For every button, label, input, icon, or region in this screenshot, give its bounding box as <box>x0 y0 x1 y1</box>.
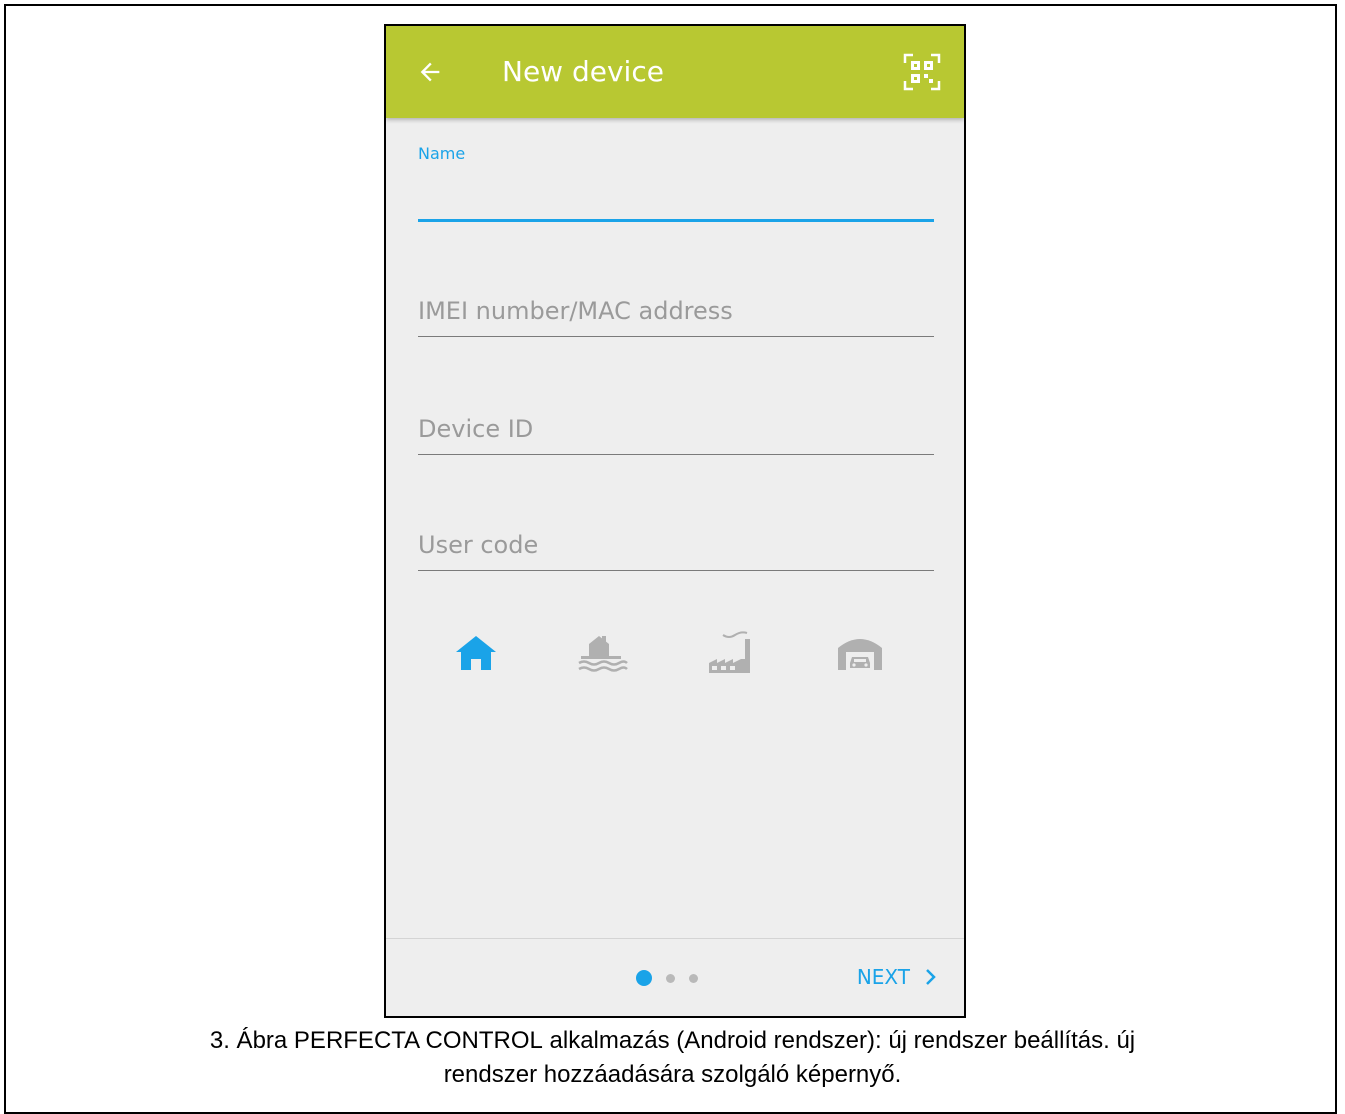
name-input[interactable] <box>418 178 934 214</box>
user-code-field <box>418 526 934 572</box>
qr-code-scan-icon <box>903 53 941 91</box>
page-title: New device <box>502 55 664 88</box>
type-garage-option[interactable] <box>830 622 890 682</box>
chevron-right-icon <box>926 969 936 985</box>
type-home-option[interactable] <box>446 622 506 682</box>
app-bar: New device <box>386 26 964 118</box>
next-button[interactable]: NEXT <box>857 962 938 992</box>
next-label: NEXT <box>856 965 910 989</box>
user-code-underline <box>418 570 934 571</box>
qr-scan-button[interactable] <box>900 50 944 94</box>
page-dot <box>666 973 675 983</box>
device-id-input[interactable] <box>418 410 934 448</box>
device-id-field <box>418 410 934 456</box>
caption-prefix: 3. Ábra PERFECTA C <box>209 1027 443 1054</box>
caption-smallcaps: ONTROL <box>442 1027 543 1054</box>
figure-caption: 3. Ábra PERFECTA CONTROL alkalmazás (And… <box>40 1024 1305 1092</box>
phone-screen: New device Name IMEI number/MAC address … <box>384 24 966 1018</box>
caption-line1-rest: alkalmazás (Android rendszer): új rendsz… <box>542 1027 1136 1054</box>
back-button[interactable] <box>410 52 450 92</box>
type-factory-option[interactable] <box>700 622 760 682</box>
lakeside-house-icon <box>578 636 628 672</box>
garage-icon <box>838 639 882 670</box>
arrow-left-icon <box>420 62 440 82</box>
imei-input[interactable] <box>418 292 934 330</box>
factory-icon <box>709 631 750 673</box>
name-label: Name <box>418 144 466 163</box>
object-type-selector <box>418 622 934 682</box>
imei-underline <box>418 336 934 337</box>
home-icon <box>456 636 496 670</box>
bottom-divider <box>386 938 964 939</box>
name-underline <box>418 219 934 222</box>
name-field: Name <box>418 144 934 224</box>
imei-field <box>418 292 934 338</box>
user-code-input[interactable] <box>418 526 934 564</box>
page-dot <box>689 973 698 983</box>
caption-line2: rendszer hozzáadására szolgáló képernyő. <box>443 1061 902 1088</box>
type-lakeside-option[interactable] <box>572 622 632 682</box>
page-indicator <box>636 970 698 986</box>
device-id-underline <box>418 454 934 455</box>
page-dot-active <box>636 970 652 986</box>
